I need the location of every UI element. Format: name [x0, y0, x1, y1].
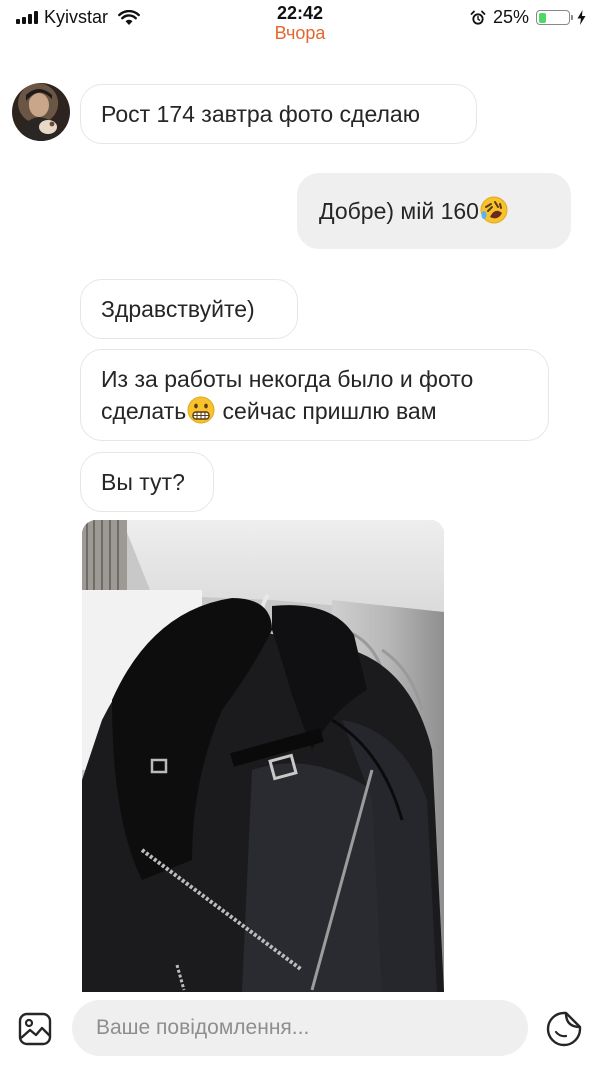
message-text: Рост 174 завтра фото сделаю [101, 101, 420, 127]
message-bubble-incoming[interactable]: Вы тут? [80, 452, 214, 512]
gallery-icon[interactable] [17, 1011, 53, 1047]
grimacing-emoji-icon [187, 396, 215, 424]
message-text: Здравствуйте) [101, 296, 255, 322]
message-input[interactable] [72, 1000, 528, 1056]
message-bubble-outgoing[interactable]: Добре) мій 160 [297, 173, 571, 249]
avatar-photo [18, 89, 64, 141]
black-leather-jacket-photo [82, 520, 444, 992]
message-bubble-incoming[interactable]: Здравствуйте) [80, 279, 298, 339]
message-text-line1: Из за работы некогда было и фото [101, 366, 474, 392]
message-text: Добре) мій 160 [319, 198, 479, 224]
rolling-laughing-emoji-icon [480, 196, 508, 224]
message-composer [0, 997, 600, 1066]
message-text: Вы тут? [101, 469, 185, 495]
sender-avatar[interactable] [12, 83, 70, 141]
photo-message[interactable] [82, 520, 444, 992]
message-text-line2-rest: сейчас пришлю вам [216, 398, 437, 424]
message-text-line2: сделать [101, 398, 187, 424]
message-thread[interactable]: Рост 174 завтра фото сделаю Добре) мій 1… [0, 0, 600, 1000]
sticker-icon[interactable] [545, 1010, 583, 1048]
direct-chat-screen: Kyivstar 22:42 Вчора 25% Рост 174 завтра… [0, 0, 600, 1066]
message-bubble-incoming[interactable]: Рост 174 завтра фото сделаю [80, 84, 477, 144]
message-bubble-incoming[interactable]: Из за работы некогда было и фото сделать… [80, 349, 549, 441]
